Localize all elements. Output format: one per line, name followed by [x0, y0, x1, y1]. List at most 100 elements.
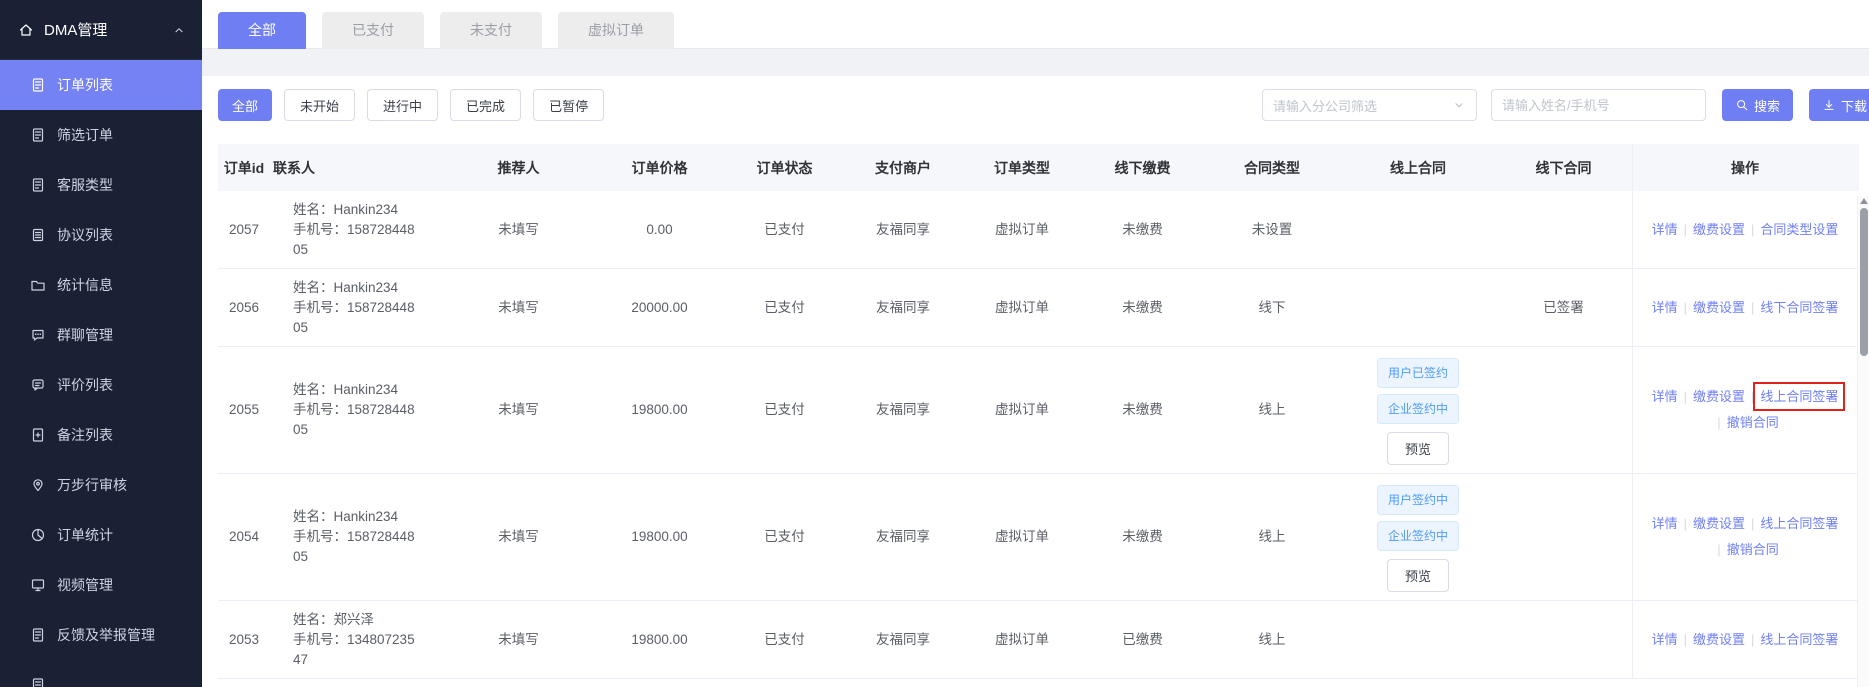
cell-price: 19800.00	[631, 402, 688, 417]
scrollbar-up-arrow[interactable]	[1860, 198, 1868, 204]
cell-contract-type: 线上	[1258, 529, 1286, 544]
stats-info-icon	[30, 277, 46, 293]
search-controls: 请输入分公司筛选 搜索 下载	[1261, 89, 1869, 121]
vertical-scrollbar[interactable]	[1857, 196, 1869, 687]
tab-unpaid[interactable]: 未支付	[440, 12, 542, 49]
filter-all[interactable]: 全部	[218, 89, 273, 121]
cell-contact: 姓名：Hankin234 手机号：15872844805	[270, 347, 443, 473]
cell-price: 19800.00	[631, 631, 688, 647]
op-link-线下合同签署[interactable]: 线下合同签署	[1760, 300, 1838, 315]
op-link-详情[interactable]: 详情	[1652, 300, 1678, 315]
sidebar-item-stats-info[interactable]: 统计信息	[0, 260, 202, 310]
cell-contact: 姓名：Hankin234 手机号：15872844805	[270, 474, 443, 600]
sidebar-item-wanbuxing-audit[interactable]: 万步行审核	[0, 460, 202, 510]
cell-online-contract	[1341, 269, 1495, 346]
sidebar-item-service-type[interactable]: 客服类型	[0, 160, 202, 210]
preview-button[interactable]: 预览	[1386, 432, 1449, 465]
sidebar-item-label: 筛选订单	[57, 127, 113, 143]
search-button[interactable]: 搜索	[1721, 89, 1793, 121]
cell-price: 0.00	[646, 221, 673, 237]
contact-block: 姓名：Hankin234 手机号：15872844805	[293, 507, 421, 567]
cell-referrer: 未填写	[498, 221, 539, 237]
preview-button[interactable]: 预览	[1386, 559, 1449, 592]
filter-not-started[interactable]: 未开始	[284, 89, 356, 121]
op-link-详情[interactable]: 详情	[1652, 632, 1678, 647]
tab-virtual[interactable]: 虚拟订单	[558, 12, 674, 49]
col-header-referrer: 推荐人	[497, 159, 540, 176]
op-link-线上合同签署[interactable]: 线上合同签署	[1760, 516, 1838, 531]
op-link-详情[interactable]: 详情	[1652, 516, 1678, 531]
op-link-线上合同签署[interactable]: 线上合同签署	[1753, 382, 1846, 411]
online-contract-tag: 企业签约中	[1376, 521, 1459, 551]
op-link-详情[interactable]: 详情	[1652, 222, 1678, 237]
contact-block: 姓名：Hankin234 手机号：15872844805	[293, 200, 421, 260]
contact-name: 姓名：Hankin234	[293, 201, 399, 217]
cell-contract-type: 线上	[1258, 631, 1286, 647]
sidebar-item-notes-list[interactable]: 备注列表	[0, 410, 202, 460]
video-mgmt-icon	[30, 577, 46, 593]
sidebar-item-review-list[interactable]: 评价列表	[0, 360, 202, 410]
online-contract-tag: 企业签约中	[1376, 394, 1459, 424]
op-separator: |	[1683, 389, 1687, 404]
company-filter-select[interactable]: 请输入分公司筛选	[1261, 89, 1477, 121]
cell-order-status: 已支付	[764, 402, 805, 417]
cell-order-id: 2055	[228, 402, 260, 417]
cell-actions: 详情 | 缴费设置 | 线上合同签署 | 撤销合同	[1632, 474, 1857, 600]
sidebar-menu: 订单列表筛选订单客服类型 协议列表 统计信息 群聊管理 评价列表 备注列表 万步行审核订单统…	[0, 60, 202, 687]
op-separator: |	[1683, 516, 1687, 531]
cell-order-type: 虚拟订单	[995, 221, 1049, 237]
filter-completed[interactable]: 已完成	[450, 89, 522, 121]
cell-price: 19800.00	[631, 529, 688, 544]
sidebar-item-order-list[interactable]: 订单列表	[0, 60, 202, 110]
cell-offline-contract	[1495, 191, 1632, 268]
op-link-缴费设置[interactable]: 缴费设置	[1693, 222, 1745, 237]
tab-paid[interactable]: 已支付	[322, 12, 424, 49]
cell-merchant: 友福同享	[876, 402, 930, 417]
contact-phone: 手机号：15872844805	[293, 529, 415, 564]
sidebar-item-video-mgmt[interactable]: 视频管理	[0, 560, 202, 610]
op-link-撤销合同[interactable]: 撤销合同	[1727, 542, 1779, 557]
sidebar-item-feedback-report[interactable]: 反馈及举报管理	[0, 610, 202, 660]
download-button[interactable]: 下载	[1808, 89, 1869, 121]
sidebar-item-order-stats[interactable]: 订单统计	[0, 510, 202, 560]
sidebar-item-group-chat[interactable]: 群聊管理	[0, 310, 202, 360]
content-card: 全部未开始进行中已完成已暂停 请输入分公司筛选 搜索 下载 订单id 联系人 推荐人…	[202, 76, 1869, 687]
download-icon	[1822, 98, 1836, 112]
sidebar-item-agreement-list[interactable]: 协议列表	[0, 210, 202, 260]
cell-order-type: 虚拟订单	[995, 631, 1049, 647]
col-header-price: 订单价格	[631, 159, 688, 176]
tab-all[interactable]: 全部	[218, 12, 306, 49]
search-icon	[1735, 98, 1749, 112]
filter-paused[interactable]: 已暂停	[533, 89, 605, 121]
table-row: 2055 姓名：Hankin234 手机号：15872844805 未填写 19800.…	[218, 347, 1859, 474]
col-header-merchant: 支付商户	[875, 159, 931, 176]
op-link-缴费设置[interactable]: 缴费设置	[1693, 516, 1745, 531]
contact-name: 姓名：Hankin234	[293, 509, 399, 524]
sidebar-item-label: 订单统计	[57, 527, 113, 543]
group-chat-icon	[30, 327, 46, 343]
op-link-撤销合同[interactable]: 撤销合同	[1727, 415, 1779, 430]
sidebar-item-filter-orders[interactable]: 筛选订单	[0, 110, 202, 160]
filter-in-progress[interactable]: 进行中	[367, 89, 439, 121]
cell-offline-pay: 未缴费	[1122, 402, 1163, 417]
col-header-online-contract: 线上合同	[1390, 159, 1446, 176]
sidebar-item-partial[interactable]	[0, 660, 202, 687]
op-separator: |	[1751, 516, 1755, 531]
sidebar-item-label: 视频管理	[57, 577, 113, 593]
agreement-list-icon	[30, 227, 46, 243]
scrollbar-thumb[interactable]	[1860, 208, 1868, 356]
chevron-up-icon	[172, 23, 186, 37]
cell-order-status: 已支付	[764, 529, 805, 544]
op-link-详情[interactable]: 详情	[1652, 389, 1678, 404]
sidebar-group-dma[interactable]: DMA管理	[0, 0, 202, 60]
cell-contact: 姓名：郑兴泽 手机号：13480723547	[270, 601, 443, 678]
op-link-合同类型设置[interactable]: 合同类型设置	[1760, 222, 1838, 237]
cell-online-contract: 用户签约中 企业签约中 预览	[1341, 474, 1495, 600]
name-phone-input[interactable]	[1490, 89, 1706, 121]
op-link-缴费设置[interactable]: 缴费设置	[1693, 389, 1745, 404]
op-link-缴费设置[interactable]: 缴费设置	[1693, 632, 1745, 647]
notes-list-icon	[30, 427, 46, 443]
op-link-线上合同签署[interactable]: 线上合同签署	[1760, 632, 1838, 647]
op-link-缴费设置[interactable]: 缴费设置	[1693, 300, 1745, 315]
cell-offline-pay: 未缴费	[1122, 221, 1163, 237]
